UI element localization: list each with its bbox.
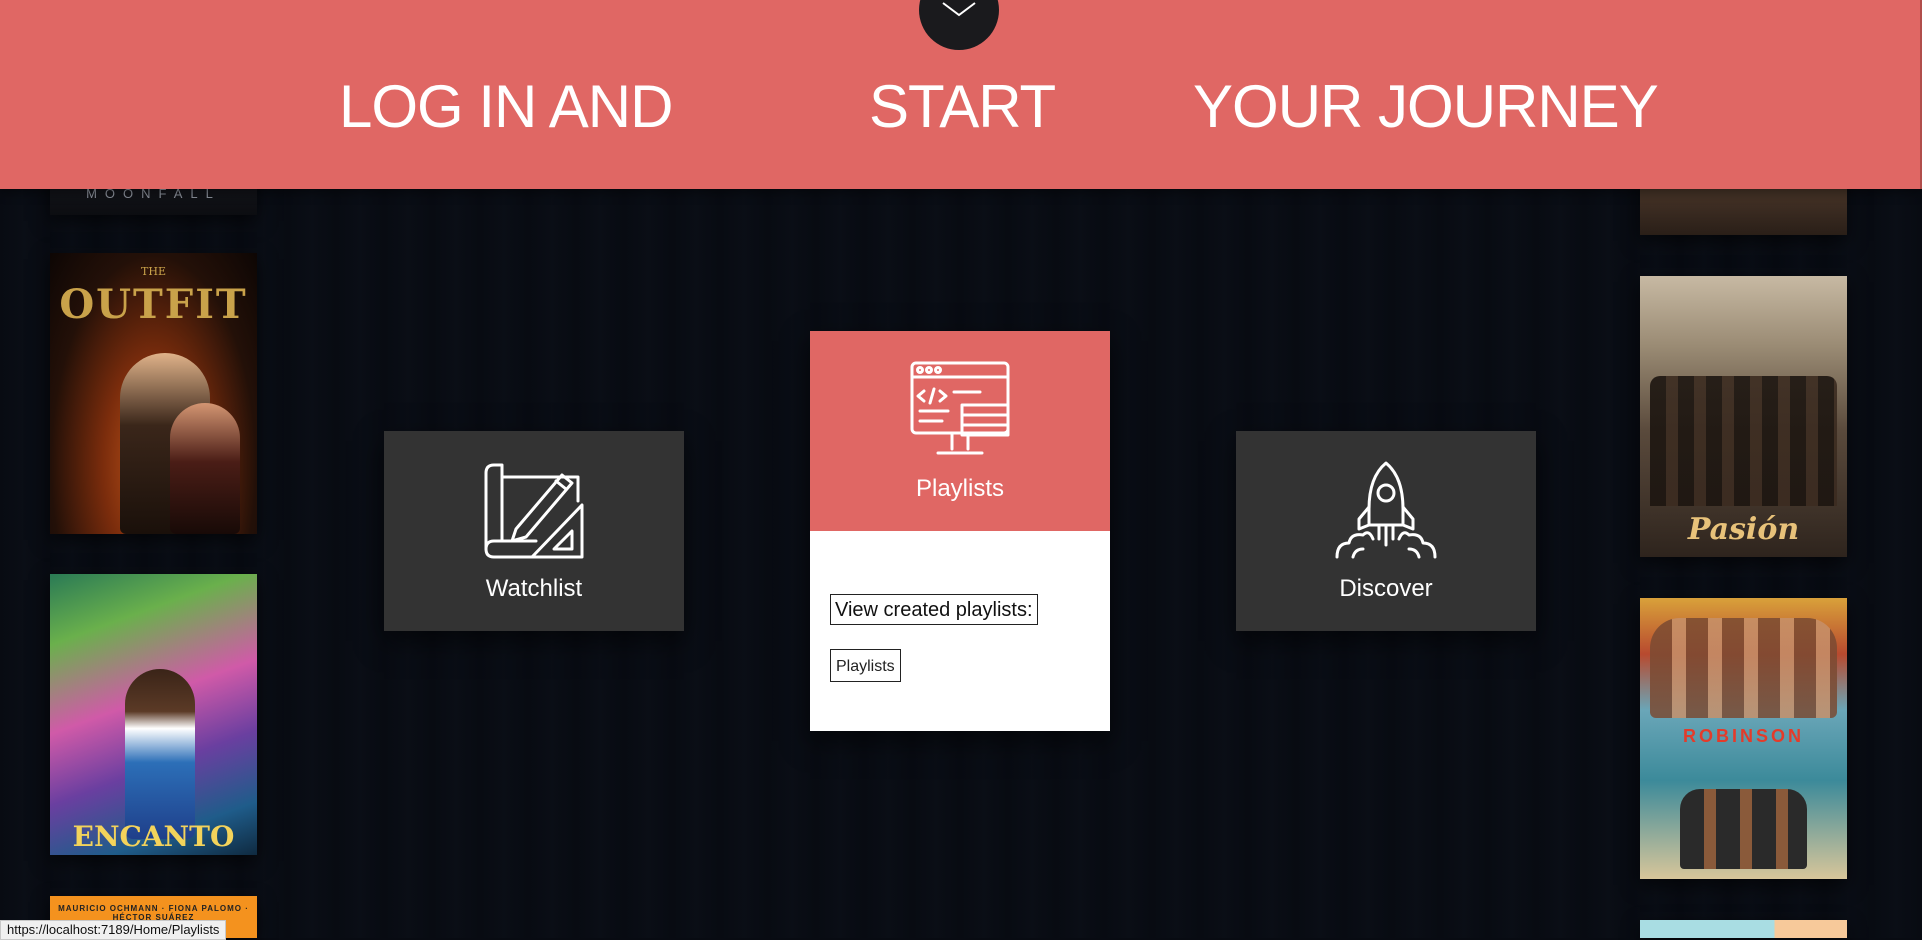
poster-bottom-right[interactable] [1640,920,1847,938]
poster-figure [170,403,240,534]
poster-title: ENCANTO [72,820,235,853]
playlists-button[interactable]: Playlists [830,649,901,682]
banner-word-1: LOG IN AND [339,73,673,140]
banner-word-2: START [869,73,1056,140]
banner-word-3: YOUR JOURNEY [1193,73,1659,140]
discover-label: Discover [1339,575,1433,602]
browser-status-url: https://localhost:7189/Home/Playlists [0,920,227,940]
playlists-label: Playlists [915,475,1005,502]
poster-figure [125,669,195,839]
watchlist-label: Watchlist [485,575,583,602]
poster-robinson[interactable]: ROBINSON [1640,598,1847,879]
code-monitor-icon [910,361,1010,455]
poster-the-outfit[interactable]: THE OUTFIT [50,253,257,534]
view-created-playlists-button[interactable]: View created playlists: [830,594,1038,625]
discover-card[interactable]: Discover [1236,431,1536,631]
playlists-card: Playlists View created playlists: Playli… [810,331,1110,731]
watchlist-card[interactable]: Watchlist [384,431,684,631]
poster-subtitle: THE [141,265,166,278]
rocket-icon [1335,461,1437,559]
chevron-down-icon [942,2,976,17]
poster-cast [1650,376,1837,506]
poster-title: OUTFIT [59,281,248,328]
poster-pasion-de-gavilanes[interactable]: Pasión [1640,276,1847,557]
poster-title: ROBINSON [1682,726,1804,746]
poster-cast [1680,789,1807,869]
blueprint-pencil-icon [484,463,584,559]
playlists-card-header[interactable]: Playlists [810,331,1110,531]
poster-title: Pasión [1687,512,1800,547]
poster-encanto[interactable]: ENCANTO [50,574,257,855]
poster-cast [1650,618,1837,718]
